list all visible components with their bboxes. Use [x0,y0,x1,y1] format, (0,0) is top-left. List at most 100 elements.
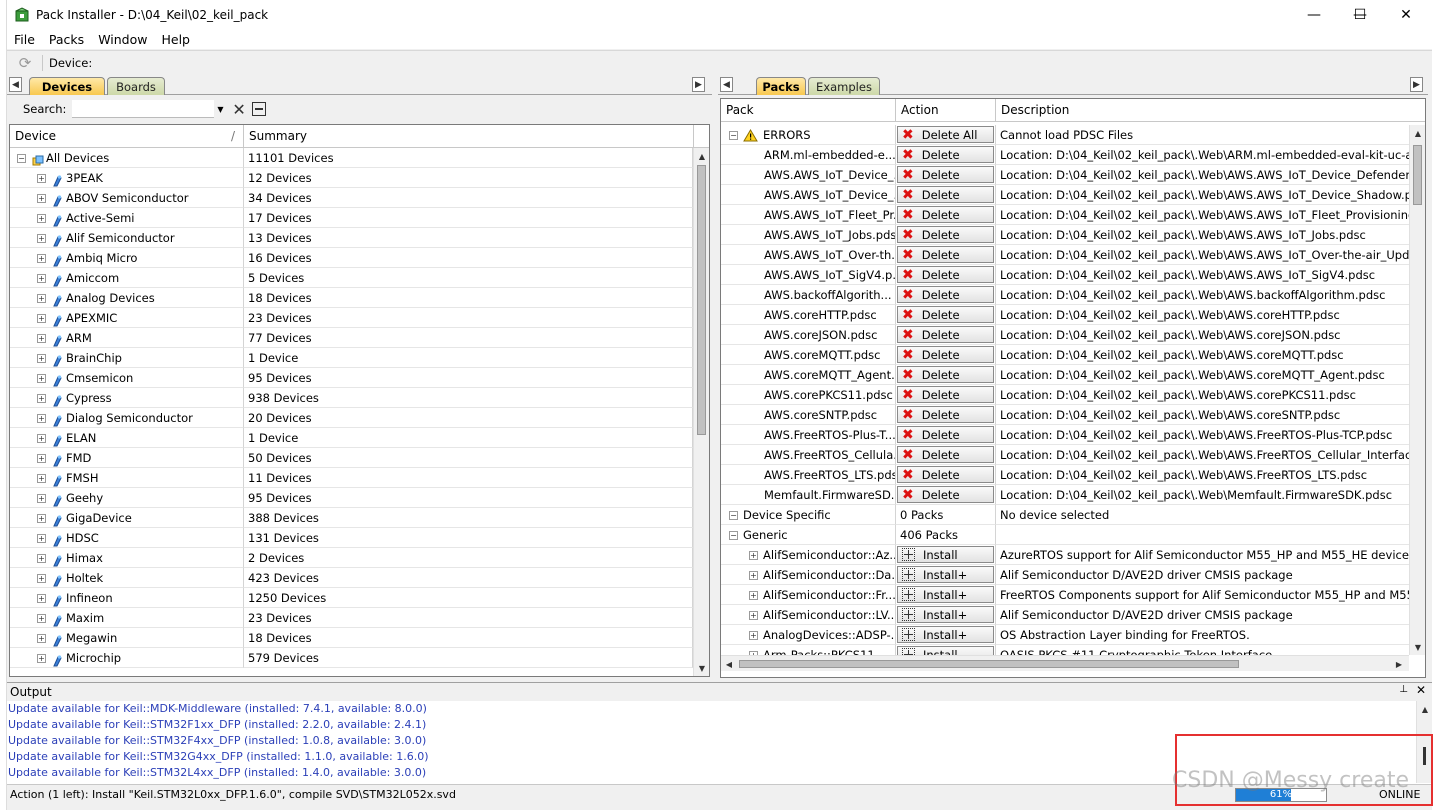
pack-row[interactable]: AWS.coreHTTP.pdsc ✖ Delete Location: D:\04_… [721,305,1409,325]
scroll-down-icon[interactable]: ▼ [694,660,709,676]
collapse-all-icon[interactable] [251,102,266,116]
device-row[interactable]: + Infineon 1250 Devices [10,588,693,608]
delete-button[interactable]: ✖ Delete [897,166,994,183]
pack-row[interactable]: AWS.AWS_IoT_Device_... ✖ Delete Location: D… [721,185,1409,205]
expand-icon[interactable]: + [37,234,46,243]
expand-icon[interactable]: + [37,314,46,323]
delete-button[interactable]: ✖ Delete [897,466,994,483]
pack-row[interactable]: AWS.FreeRTOS_Cellula... ✖ Delete Location: … [721,445,1409,465]
install-plus-button[interactable]: Install+ [897,566,994,583]
scroll-thumb[interactable] [697,165,706,435]
clear-search-icon[interactable]: ✕ [232,100,245,119]
scroll-right-icon[interactable]: ▶ [1391,656,1407,672]
delete-button[interactable]: ✖ Delete [897,486,994,503]
expand-icon[interactable]: + [37,354,46,363]
close-icon[interactable]: ✕ [1383,0,1429,29]
device-row[interactable]: + Alif Semiconductor 13 Devices [10,228,693,248]
expand-icon[interactable]: + [37,574,46,583]
tab-examples[interactable]: Examples [808,77,880,95]
device-row[interactable]: + APEXMIC 23 Devices [10,308,693,328]
tab-packs[interactable]: Packs [756,77,806,95]
expand-icon[interactable]: + [37,634,46,643]
packs-vscrollbar[interactable]: ▲ ▼ [1409,125,1425,655]
maximize-icon[interactable]: ☐ [1337,0,1383,29]
device-row[interactable]: +3PEAK 12 Devices [10,168,693,188]
device-row[interactable]: + FMSH 11 Devices [10,468,693,488]
scroll-down-icon[interactable]: ▼ [1410,639,1425,655]
expand-icon[interactable]: + [37,534,46,543]
delete-button[interactable]: ✖ Delete [897,286,994,303]
device-row[interactable]: + Cypress 938 Devices [10,388,693,408]
delete-button[interactable]: ✖ Delete [897,406,994,423]
device-row[interactable]: + Microchip 579 Devices [10,648,693,668]
expand-icon[interactable]: + [37,454,46,463]
delete-button[interactable]: ✖ Delete [897,326,994,343]
device-row[interactable]: + Dialog Semiconductor 20 Devices [10,408,693,428]
pack-row[interactable]: AWS.FreeRTOS-Plus-T... ✖ Delete Location: D… [721,425,1409,445]
column-summary[interactable]: Summary [244,125,694,148]
pack-row[interactable]: AWS.AWS_IoT_Fleet_Pr... ✖ Delete Location: … [721,205,1409,225]
device-row[interactable]: + Holtek 423 Devices [10,568,693,588]
pack-row[interactable]: AWS.coreJSON.pdsc ✖ Delete Location: D:\04_… [721,325,1409,345]
pack-row[interactable]: AWS.AWS_IoT_Over-th... ✖ Delete Location: D… [721,245,1409,265]
expand-icon[interactable]: + [37,474,46,483]
device-tree-scrollbar[interactable]: ▲ ▼ [693,148,709,676]
device-row[interactable]: + Megawin 18 Devices [10,628,693,648]
delete-button[interactable]: ✖ Delete [897,386,994,403]
install-plus-button[interactable]: Install+ [897,586,994,603]
menu-packs[interactable]: Packs [42,32,91,47]
tab-devices[interactable]: Devices [29,77,105,95]
expand-icon[interactable]: + [37,554,46,563]
device-row[interactable]: + GigaDevice 388 Devices [10,508,693,528]
pack-row[interactable]: + AlifSemiconductor::Az... Install AzureRTO… [721,545,1409,565]
delete-button[interactable]: ✖ Delete [897,366,994,383]
pack-row[interactable]: − ERRORS ✖ Delete All Cannot load PDSC Files [721,125,1409,145]
install-plus-button[interactable]: Install+ [897,606,994,623]
device-row[interactable]: + ABOV Semiconductor 34 Devices [10,188,693,208]
pack-row[interactable]: + AnalogDevices::ADSP-... Install+ OS Abstr… [721,625,1409,645]
scroll-up-icon[interactable]: ▲ [1410,125,1425,141]
expand-icon[interactable]: + [37,414,46,423]
menu-file[interactable]: File [7,32,42,47]
expand-icon[interactable]: + [37,594,46,603]
device-row[interactable]: + ELAN 1 Device [10,428,693,448]
output-scrollbar[interactable]: ▲ [1416,701,1432,783]
delete-button[interactable]: ✖ Delete [897,146,994,163]
scroll-thumb[interactable] [1413,145,1422,205]
delete-button[interactable]: ✖ Delete [897,446,994,463]
close-output-icon[interactable]: ✕ [1416,683,1426,697]
pack-row[interactable]: ARM.ml-embedded-e... ✖ Delete Location: D:\… [721,145,1409,165]
pack-row[interactable]: − Generic 406 Packs [721,525,1409,545]
minimize-icon[interactable]: — [1291,0,1337,29]
device-row[interactable]: + Cmsemicon 95 Devices [10,368,693,388]
column-action[interactable]: Action [896,99,996,122]
install-button[interactable]: Install [897,546,994,563]
pack-row[interactable]: AWS.coreSNTP.pdsc ✖ Delete Location: D:\04_… [721,405,1409,425]
pack-row[interactable]: + AlifSemiconductor::LV... Install+ Alif Se… [721,605,1409,625]
column-pack[interactable]: Pack [721,99,896,122]
expand-icon[interactable]: + [37,514,46,523]
expand-icon[interactable]: + [37,254,46,263]
pack-row[interactable]: − Device Specific 0 Packs No device selecte… [721,505,1409,525]
device-row[interactable]: + Analog Devices 18 Devices [10,288,693,308]
install-plus-button[interactable]: Install+ [897,626,994,643]
delete-all-button[interactable]: ✖ Delete All [897,126,994,143]
collapse-icon[interactable]: − [729,511,738,520]
device-row[interactable]: + Geehy 95 Devices [10,488,693,508]
expand-icon[interactable]: + [749,551,758,560]
scroll-up-icon[interactable]: ▲ [694,148,709,164]
pack-row[interactable]: Memfault.FirmwareSD... ✖ Delete Location: D… [721,485,1409,505]
expand-icon[interactable]: + [749,591,758,600]
tab-scroll-right-icon[interactable]: ▶ [1410,77,1423,92]
scroll-up-icon[interactable]: ▲ [1417,701,1433,717]
expand-icon[interactable]: + [37,194,46,203]
collapse-icon[interactable]: − [729,131,738,140]
expand-icon[interactable]: + [749,611,758,620]
refresh-icon[interactable]: ⟳ [14,53,36,73]
collapse-icon[interactable]: − [729,531,738,540]
expand-icon[interactable]: + [37,394,46,403]
expand-icon[interactable]: + [37,614,46,623]
expand-icon[interactable]: + [37,334,46,343]
delete-button[interactable]: ✖ Delete [897,226,994,243]
expand-icon[interactable]: + [37,294,46,303]
